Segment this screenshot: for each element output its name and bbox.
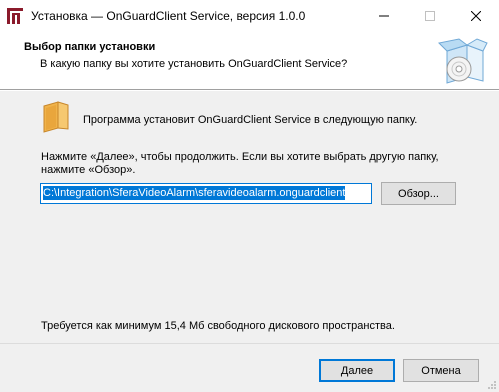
- maximize-button[interactable]: [407, 0, 453, 31]
- instruction-line-2: нажмите «Обзор».: [41, 164, 136, 176]
- minimize-icon: [379, 15, 389, 16]
- title-bar: Установка — OnGuardClient Service, верси…: [0, 0, 499, 31]
- resize-grip-icon[interactable]: [486, 379, 497, 390]
- wizard-header: Выбор папки установки В какую папку вы х…: [0, 31, 499, 89]
- install-path-value: C:\Integration\SferaVideoAlarm\sferavide…: [43, 186, 346, 200]
- maximize-icon: [425, 10, 435, 21]
- installer-box-cd-icon: [437, 38, 488, 84]
- minimize-button[interactable]: [361, 0, 407, 31]
- app-logo-icon: [7, 8, 23, 24]
- instruction-line-1: Нажмите «Далее», чтобы продолжить. Если …: [41, 151, 439, 163]
- disk-space-requirement: Требуется как минимум 15,4 Мб свободного…: [41, 320, 395, 332]
- wizard-body: [0, 91, 499, 343]
- cancel-button[interactable]: Отмена: [403, 359, 479, 382]
- browse-button[interactable]: Обзор...: [381, 182, 456, 205]
- close-button[interactable]: [453, 0, 499, 31]
- install-path-input[interactable]: C:\Integration\SferaVideoAlarm\sferavide…: [40, 183, 372, 204]
- page-subtitle: В какую папку вы хотите установить OnGua…: [40, 58, 348, 70]
- window-title: Установка — OnGuardClient Service, верси…: [31, 9, 306, 23]
- page-title: Выбор папки установки: [24, 41, 156, 53]
- next-button[interactable]: Далее: [319, 359, 395, 382]
- intro-text: Программа установит OnGuardClient Servic…: [83, 114, 418, 126]
- folder-icon: [43, 101, 69, 133]
- close-icon: [471, 10, 481, 21]
